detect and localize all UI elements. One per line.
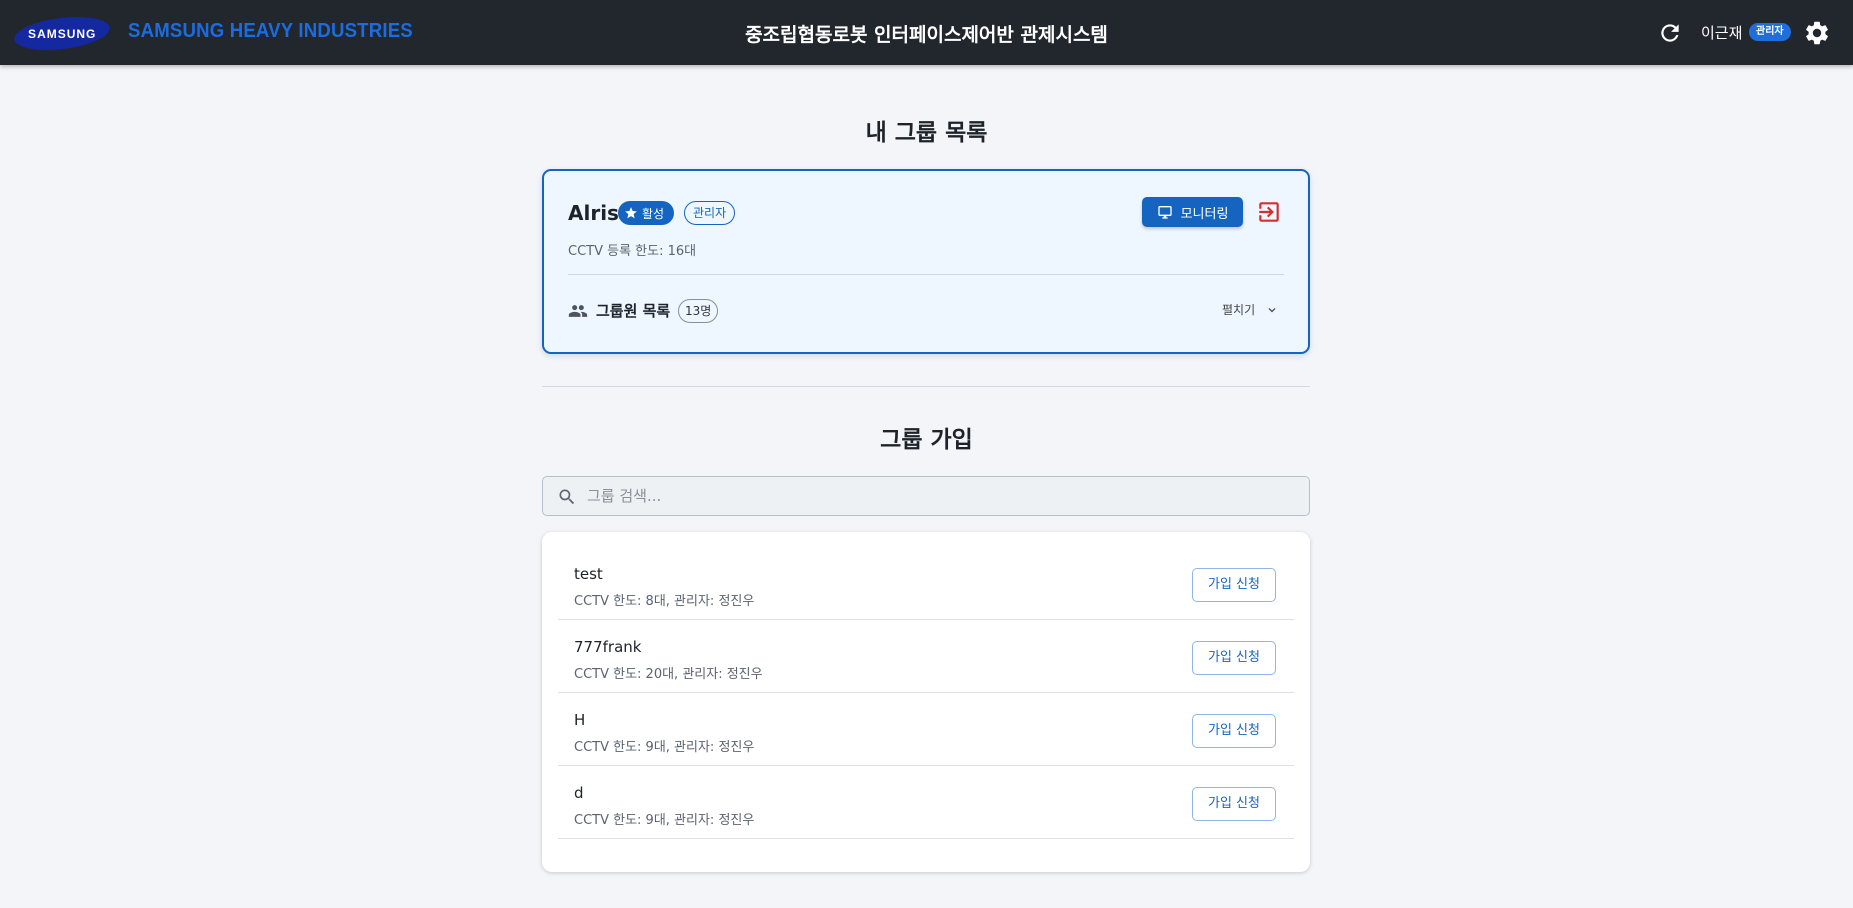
group-list-item: H CCTV 한도: 9대, 관리자: 정진우 가입 신청 (558, 693, 1294, 766)
search-icon (559, 489, 575, 505)
user-name[interactable]: 이근재 (1701, 22, 1742, 43)
join-request-button[interactable]: 가입 신청 (1192, 641, 1276, 675)
star-icon (625, 207, 637, 219)
group-item-name: d (574, 784, 584, 802)
group-item-desc: CCTV 한도: 9대, 관리자: 정진우 (574, 740, 755, 755)
user-role-badge: 관리자 (1749, 23, 1791, 41)
active-label: 활성 (642, 206, 665, 221)
samsung-logo-text: SAMSUNG (27, 26, 97, 41)
group-list-item: d CCTV 한도: 9대, 관리자: 정진우 가입 신청 (558, 766, 1294, 839)
samsung-logo: SAMSUNG (12, 12, 112, 55)
group-search-box (542, 476, 1310, 516)
active-status-chip: 활성 (618, 201, 675, 225)
monitor-icon (1157, 206, 1172, 219)
group-item-desc: CCTV 한도: 20대, 관리자: 정진우 (574, 667, 763, 682)
top-app-bar: SAMSUNG SAMSUNG HEAVY INDUSTRIES 중조립협동로봇… (0, 0, 1853, 65)
group-item-name: H (574, 711, 586, 729)
my-group-card: Alris 활성 관리자 모니터링 CCTV 등록 한도: 16대 그룹원 목록… (542, 169, 1310, 354)
monitoring-label: 모니터링 (1180, 206, 1229, 222)
brand-name: SAMSUNG HEAVY INDUSTRIES (128, 20, 413, 42)
monitoring-button[interactable]: 모니터링 (1142, 197, 1243, 227)
join-request-button[interactable]: 가입 신청 (1192, 787, 1276, 821)
section-divider (542, 386, 1310, 387)
card-divider (568, 274, 1284, 275)
group-list-item: test CCTV 한도: 8대, 관리자: 정진우 가입 신청 (558, 547, 1294, 620)
members-count-badge: 13명 (678, 299, 719, 323)
leave-group-icon[interactable] (1256, 199, 1282, 225)
my-groups-title: 내 그룹 목록 (865, 120, 988, 146)
group-item-name: 777frank (574, 638, 642, 656)
group-item-name: test (574, 565, 603, 583)
refresh-icon[interactable] (1657, 20, 1683, 46)
group-item-desc: CCTV 한도: 8대, 관리자: 정진우 (574, 594, 755, 609)
chevron-down-icon (1268, 307, 1276, 312)
join-request-button[interactable]: 가입 신청 (1192, 568, 1276, 602)
group-search-input[interactable] (587, 477, 1299, 515)
cctv-limit-text: CCTV 등록 한도: 16대 (568, 244, 697, 259)
join-request-button[interactable]: 가입 신청 (1192, 714, 1276, 748)
gear-icon[interactable] (1803, 19, 1831, 47)
expand-label: 펼치기 (1222, 303, 1256, 317)
expand-members-button[interactable]: 펼치기 (1222, 301, 1279, 318)
members-list-label: 그룹원 목록 (596, 302, 671, 320)
group-list: test CCTV 한도: 8대, 관리자: 정진우 가입 신청 777fran… (542, 532, 1310, 872)
group-name: Alris (568, 201, 619, 225)
join-group-title: 그룹 가입 (880, 427, 973, 453)
people-icon (568, 305, 588, 317)
group-list-item: 777frank CCTV 한도: 20대, 관리자: 정진우 가입 신청 (558, 620, 1294, 693)
group-role-chip: 관리자 (684, 201, 736, 225)
group-item-desc: CCTV 한도: 9대, 관리자: 정진우 (574, 813, 755, 828)
